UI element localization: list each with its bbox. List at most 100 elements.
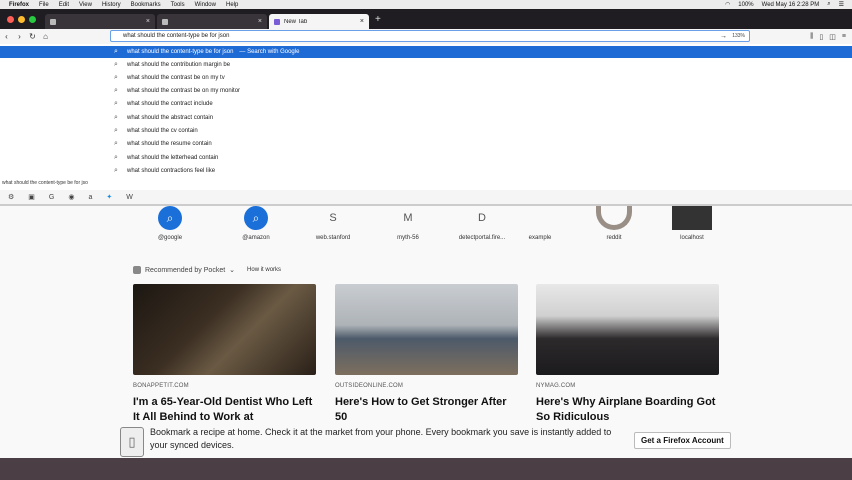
sidebar-icon[interactable]: ▯	[819, 33, 823, 41]
tab-favicon	[50, 18, 56, 25]
chevron-down-icon[interactable]: ⌄	[229, 266, 235, 274]
suggestion-item[interactable]: ⌕ what should the letterhead contain	[0, 152, 852, 164]
story-source: BONAPPETIT.COM	[133, 383, 189, 389]
navigation-toolbar: ‹ › ↻ ⌂ what should the content-type be …	[0, 29, 852, 44]
menu-bookmarks[interactable]: Bookmarks	[131, 2, 161, 8]
top-site-myth[interactable]: M myth-56	[378, 205, 438, 241]
top-site-label: web.stanford	[315, 235, 351, 241]
window-controls	[0, 15, 43, 23]
story-card[interactable]: BONAPPETIT.COM I'm a 65-Year-Old Dentist…	[133, 284, 316, 425]
close-icon[interactable]: ×	[146, 18, 150, 25]
amazon-icon[interactable]: a	[88, 194, 92, 201]
close-window-button[interactable]	[7, 15, 14, 23]
google-icon[interactable]: G	[49, 194, 54, 201]
notification-center-icon[interactable]: ☰	[839, 1, 844, 8]
top-site-localhost[interactable]: localhost	[662, 205, 722, 241]
story-image	[335, 284, 518, 375]
story-card[interactable]: NYMAG.COM Here's Why Airplane Boarding G…	[536, 284, 719, 425]
url-input[interactable]: what should the content-type be for json	[123, 33, 229, 39]
minimize-window-button[interactable]	[18, 15, 25, 23]
suggestion-item[interactable]: ⌕ what should the content-type be for js…	[0, 46, 852, 58]
menu-icon[interactable]: ≡	[842, 33, 846, 41]
settings-icon[interactable]: ⚙	[8, 193, 14, 201]
one-off-search-bar: ⚙ ▣ G ◉ a ✦ W	[0, 190, 852, 205]
story-card[interactable]: OUTSIDEONLINE.COM Here's How to Get Stro…	[335, 284, 518, 425]
status-link-text: what should the content-type be for jso	[2, 180, 88, 186]
search-icon: ⌕	[158, 206, 182, 230]
menu-help[interactable]: Help	[226, 2, 238, 8]
new-tab-page: ⌕ @google ⌕ @amazon S web.stanford M myt…	[0, 205, 852, 458]
github-icon[interactable]: ◉	[68, 193, 74, 201]
go-arrow-icon[interactable]: →	[720, 33, 727, 40]
menu-window[interactable]: Window	[195, 2, 216, 8]
story-image	[133, 284, 316, 375]
back-icon[interactable]: ‹	[0, 32, 13, 41]
tab-favicon	[162, 18, 168, 25]
search-icon: ⌕	[114, 48, 118, 55]
url-bar[interactable]: what should the content-type be for json…	[110, 30, 750, 42]
suggestion-item[interactable]: ⌕ what should the cv contain	[0, 125, 852, 137]
library-icon[interactable]: ⫼	[810, 33, 813, 41]
suggestion-item[interactable]: ⌕ what should the abstract contain	[0, 112, 852, 124]
zoom-level[interactable]: 133%	[732, 33, 745, 39]
top-site-detectportal[interactable]: D detectportal.fire...	[452, 205, 512, 241]
story-image	[536, 284, 719, 375]
battery-level[interactable]: 100%	[738, 2, 753, 8]
site-letter: M	[403, 212, 413, 224]
menu-app-name[interactable]: Firefox	[9, 2, 29, 8]
suggestion-item[interactable]: ⌕ what should the contract include	[0, 98, 852, 110]
close-icon[interactable]: ×	[360, 18, 364, 25]
spotlight-icon[interactable]: ⌕	[827, 1, 830, 8]
wifi-icon[interactable]: ◠	[725, 1, 730, 8]
close-icon[interactable]: ×	[258, 18, 262, 25]
top-site-stanford[interactable]: S web.stanford	[303, 205, 363, 241]
bookmark-icon[interactable]: ▣	[28, 193, 35, 201]
search-icon: ⌕	[244, 206, 268, 230]
story-source: OUTSIDEONLINE.COM	[335, 383, 404, 389]
suggestion-text: what should contractions feel like	[127, 168, 216, 174]
new-tab-button[interactable]: +	[375, 14, 381, 25]
top-site-label: localhost	[680, 235, 704, 241]
suggestion-item[interactable]: ⌕ what should the contrast be on my moni…	[0, 85, 852, 97]
menu-view[interactable]: View	[79, 2, 92, 8]
reddit-icon	[596, 206, 632, 230]
suggestion-text: what should the letterhead contain	[127, 155, 219, 161]
suggestion-text: what should the contrast be on my tv	[127, 75, 225, 81]
menu-history[interactable]: History	[102, 2, 121, 8]
forward-icon[interactable]: ›	[13, 32, 26, 41]
suggestion-item[interactable]: ⌕ what should the contribution margin be	[0, 59, 852, 71]
pocket-icon	[133, 266, 141, 274]
localhost-thumbnail	[672, 206, 712, 230]
menu-file[interactable]: File	[39, 2, 49, 8]
zoom-window-button[interactable]	[29, 15, 36, 23]
menu-tools[interactable]: Tools	[171, 2, 185, 8]
reload-icon[interactable]: ↻	[26, 32, 39, 41]
twitter-icon[interactable]: ✦	[106, 193, 112, 201]
how-it-works-link[interactable]: How it works	[247, 267, 281, 273]
top-site-reddit[interactable]: reddit	[584, 205, 644, 241]
top-site-label: @google	[157, 235, 183, 241]
home-icon[interactable]: ⌂	[39, 32, 52, 41]
menu-bar-status: ◠ 100% Wed May 16 2:28 PM ⌕ ☰	[725, 1, 852, 8]
url-suggestions-popup: ⌕ what should the content-type be for js…	[0, 44, 852, 206]
suggestion-item[interactable]: ⌕ what should the resume contain	[0, 138, 852, 150]
suggestion-text: what should the content-type be for json	[127, 49, 234, 55]
screenshot-icon[interactable]: ◫	[829, 33, 836, 41]
tab-new-tab[interactable]: New Tab ×	[269, 14, 369, 29]
story-source: NYMAG.COM	[536, 383, 576, 389]
wikipedia-icon[interactable]: W	[126, 194, 133, 201]
tab-2[interactable]: ×	[157, 14, 267, 29]
pocket-heading: Recommended by Pocket ⌄ How it works	[133, 266, 281, 274]
menu-edit[interactable]: Edit	[59, 2, 69, 8]
phone-icon: ▯	[120, 427, 144, 457]
suggestion-item[interactable]: ⌕ what should the contrast be on my tv	[0, 72, 852, 84]
top-site-example[interactable]: example	[510, 205, 570, 241]
clock[interactable]: Wed May 16 2:28 PM	[762, 2, 820, 8]
tab-1[interactable]: ×	[45, 14, 155, 29]
snippet-text: Bookmark a recipe at home. Check it at t…	[150, 427, 612, 450]
get-firefox-account-button[interactable]: Get a Firefox Account	[634, 432, 731, 449]
tab-favicon	[274, 18, 280, 25]
top-site-amazon[interactable]: ⌕ @amazon	[226, 205, 286, 241]
suggestion-item[interactable]: ⌕ what should contractions feel like	[0, 165, 852, 177]
top-site-google[interactable]: ⌕ @google	[140, 205, 200, 241]
